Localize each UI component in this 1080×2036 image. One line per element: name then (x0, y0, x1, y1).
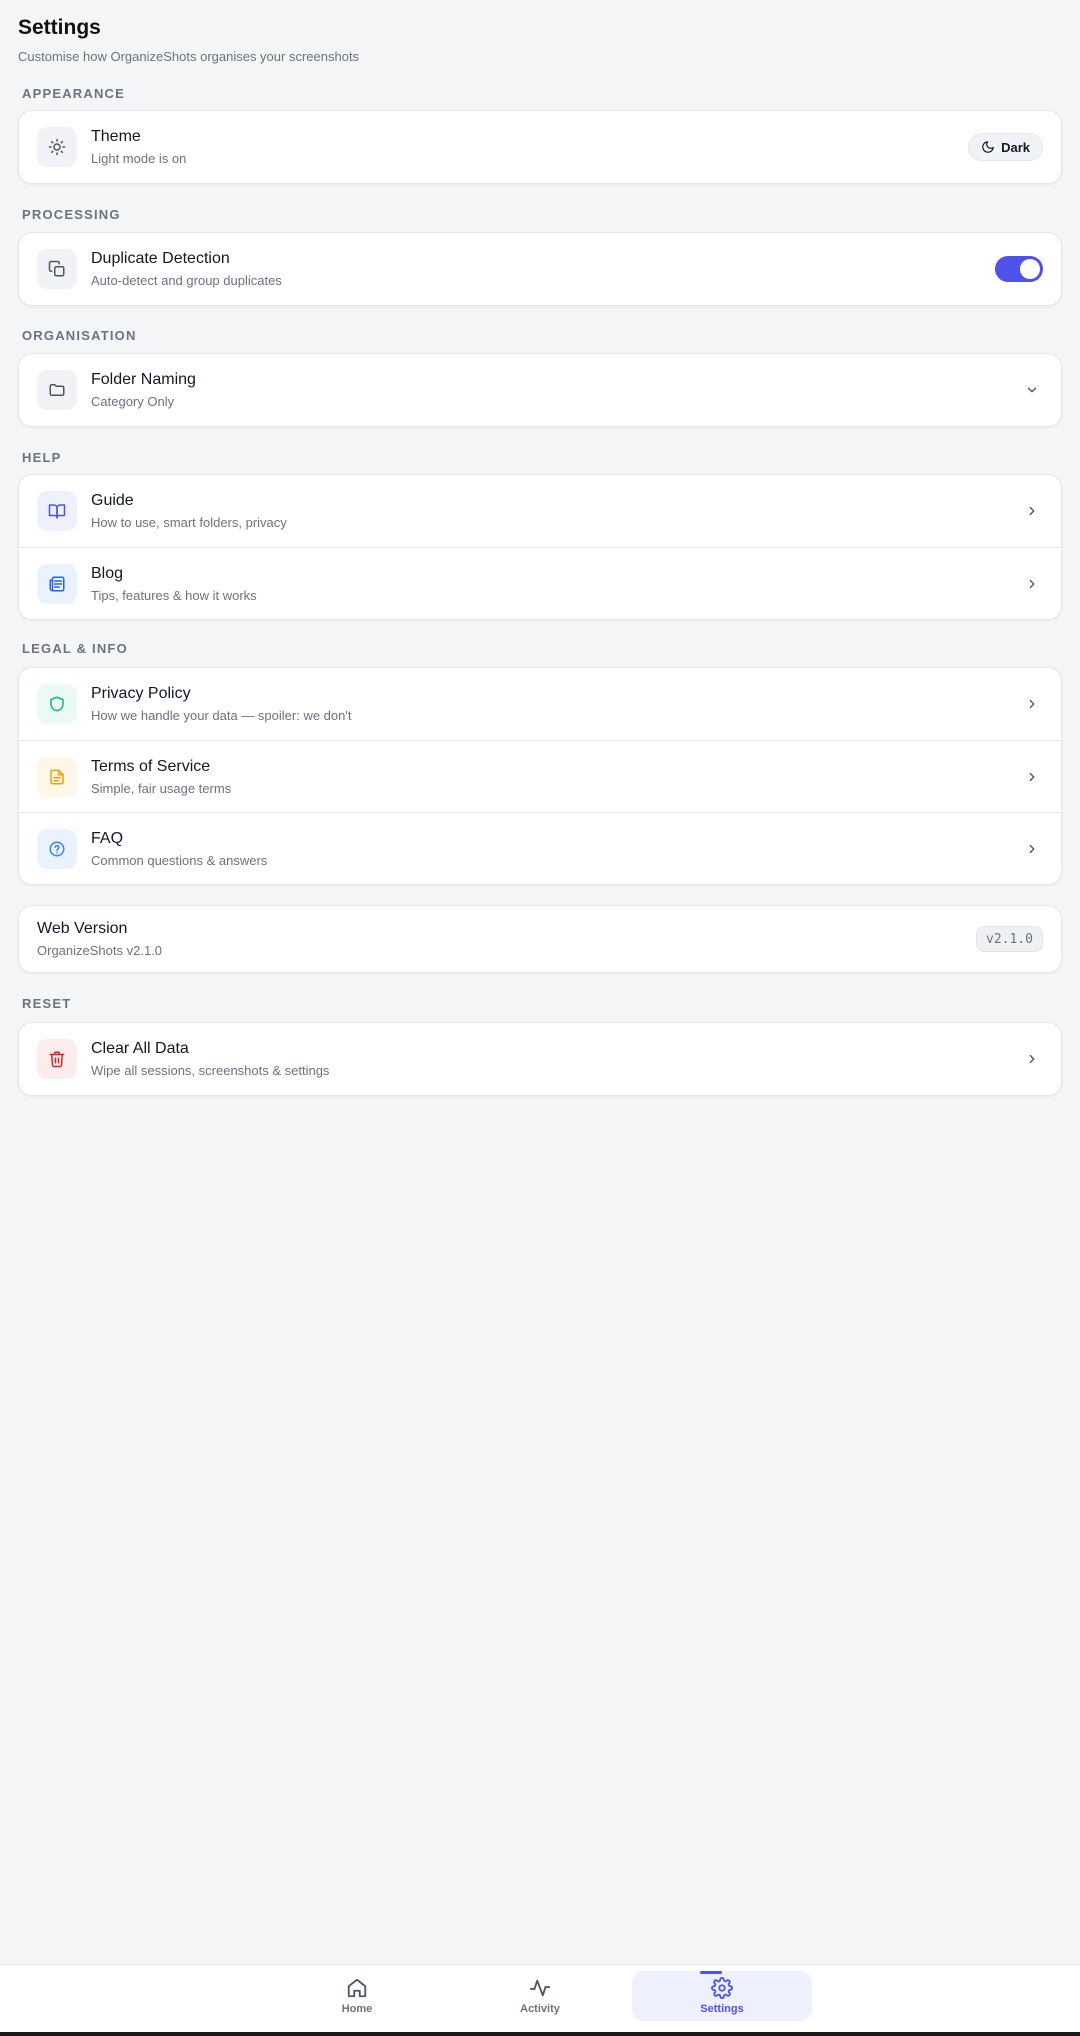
toggle-knob (1020, 259, 1040, 279)
privacy-policy-subtitle: How we handle your data — spoiler: we do… (91, 708, 352, 723)
chevron-right-icon (1023, 768, 1041, 786)
nav-activity[interactable]: Activity (450, 1971, 630, 2021)
chevron-down-icon (1023, 381, 1041, 399)
moon-icon (981, 140, 995, 154)
theme-title: Theme (91, 128, 141, 145)
chevron-right-icon (1023, 695, 1041, 713)
faq-text: FAQ Common questions & answers (91, 829, 1023, 869)
privacy-policy-row[interactable]: Privacy Policy How we handle your data —… (19, 668, 1061, 740)
blog-row[interactable]: Blog Tips, features & how it works (19, 547, 1061, 619)
home-icon (346, 1977, 368, 1999)
newspaper-icon (37, 563, 77, 604)
legal-card: Privacy Policy How we handle your data —… (18, 667, 1062, 885)
folder-naming-text: Folder Naming Category Only (91, 370, 1023, 410)
page-subtitle: Customise how OrganizeShots organises yo… (18, 49, 360, 64)
dark-mode-button[interactable]: Dark (968, 133, 1043, 161)
privacy-policy-title: Privacy Policy (91, 685, 191, 702)
guide-row[interactable]: Guide How to use, smart folders, privacy (19, 475, 1061, 547)
book-icon (37, 491, 77, 531)
copy-icon (37, 249, 77, 289)
section-label-legal: LEGAL & INFO (22, 641, 128, 656)
nav-settings[interactable]: Settings (632, 1971, 812, 2021)
section-label-reset: RESET (22, 996, 72, 1011)
section-label-processing: PROCESSING (22, 207, 121, 222)
dark-mode-label: Dark (1001, 139, 1030, 155)
nav-settings-label: Settings (700, 2003, 744, 2015)
duplicate-detection-title: Duplicate Detection (91, 250, 230, 267)
terms-of-service-subtitle: Simple, fair usage terms (91, 780, 232, 796)
version-card: Web Version OrganizeShots v2.1.0 v2.1.0 (18, 905, 1062, 973)
blog-title: Blog (91, 564, 124, 582)
help-card: Guide How to use, smart folders, privacy (18, 474, 1062, 620)
blog-text: Blog Tips, features & how it works (91, 564, 1023, 604)
web-version-subtitle: OrganizeShots v2.1.0 (37, 943, 163, 958)
settings-page: Settings Customise how OrganizeShots org… (0, 0, 1080, 2036)
gear-icon (711, 1977, 733, 1999)
theme-subtitle: Light mode is on (91, 151, 187, 166)
web-version-row: Web Version OrganizeShots v2.1.0 v2.1.0 (19, 906, 1061, 972)
help-circle-icon (37, 828, 77, 869)
page-header: Settings Customise how OrganizeShots org… (0, 0, 1080, 66)
duplicate-detection-row: Duplicate Detection Auto-detect and grou… (19, 233, 1061, 305)
bottom-navigation: Home Activity Settings (0, 1964, 1080, 2036)
chevron-right-icon (1023, 502, 1041, 520)
chevron-right-icon (1023, 840, 1041, 858)
blog-subtitle: Tips, features & how it works (91, 587, 257, 603)
reset-card: Clear All Data Wipe all sessions, screen… (18, 1022, 1062, 1096)
active-tab-indicator (700, 1971, 722, 1974)
guide-subtitle: How to use, smart folders, privacy (91, 515, 287, 530)
terms-of-service-title: Terms of Service (91, 757, 211, 775)
chevron-right-icon (1023, 1050, 1041, 1068)
duplicate-detection-toggle[interactable] (995, 256, 1043, 282)
trash-icon (37, 1039, 77, 1079)
terms-of-service-row[interactable]: Terms of Service Simple, fair usage term… (19, 740, 1061, 812)
home-indicator-bar (0, 2032, 1080, 2036)
clear-all-data-subtitle: Wipe all sessions, screenshots & setting… (91, 1063, 330, 1078)
web-version-text: Web Version OrganizeShots v2.1.0 (37, 919, 976, 959)
theme-row: Theme Light mode is on Dark (19, 111, 1061, 183)
activity-icon (529, 1977, 551, 1999)
page-title: Settings (18, 16, 101, 39)
clear-all-data-title: Clear All Data (91, 1040, 189, 1057)
nav-activity-label: Activity (520, 2003, 560, 2015)
nav-home[interactable]: Home (267, 1971, 447, 2021)
clear-all-data-text: Clear All Data Wipe all sessions, screen… (91, 1039, 1023, 1079)
web-version-title: Web Version (37, 920, 128, 937)
document-icon (37, 756, 77, 797)
privacy-policy-text: Privacy Policy How we handle your data —… (91, 684, 1023, 724)
section-label-appearance: APPEARANCE (22, 86, 126, 101)
theme-text: Theme Light mode is on (91, 127, 968, 167)
folder-naming-title: Folder Naming (91, 371, 196, 388)
faq-title: FAQ (91, 829, 124, 847)
nav-home-label: Home (341, 2003, 373, 2015)
guide-text: Guide How to use, smart folders, privacy (91, 491, 1023, 531)
faq-row[interactable]: FAQ Common questions & answers (19, 812, 1061, 884)
duplicate-detection-text: Duplicate Detection Auto-detect and grou… (91, 249, 995, 289)
clear-all-data-row[interactable]: Clear All Data Wipe all sessions, screen… (19, 1023, 1061, 1095)
duplicate-detection-subtitle: Auto-detect and group duplicates (91, 273, 282, 288)
chevron-right-icon (1023, 575, 1041, 593)
shield-icon (37, 684, 77, 724)
folder-icon (37, 370, 77, 410)
version-badge: v2.1.0 (976, 926, 1043, 952)
processing-card: Duplicate Detection Auto-detect and grou… (18, 232, 1062, 306)
section-label-help: HELP (22, 450, 62, 465)
faq-subtitle: Common questions & answers (91, 852, 268, 868)
organisation-card: Folder Naming Category Only (18, 353, 1062, 427)
sun-icon (37, 127, 77, 167)
appearance-card: Theme Light mode is on Dark (18, 110, 1062, 184)
guide-title: Guide (91, 492, 134, 509)
terms-of-service-text: Terms of Service Simple, fair usage term… (91, 757, 1023, 797)
folder-naming-value: Category Only (91, 394, 175, 409)
folder-naming-select[interactable]: Folder Naming Category Only (19, 354, 1061, 426)
section-label-organisation: ORGANISATION (22, 328, 137, 343)
